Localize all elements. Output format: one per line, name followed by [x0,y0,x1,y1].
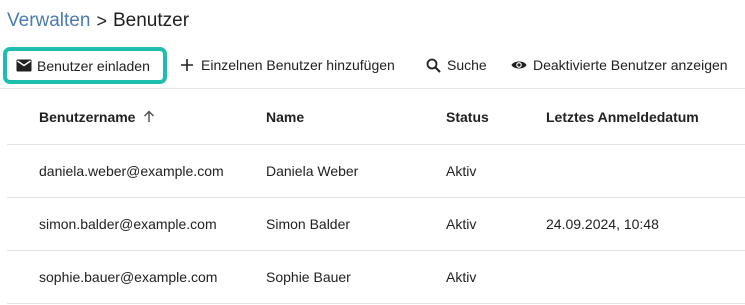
cell-username: sophie.bauer@example.com [39,269,218,285]
invite-users-button[interactable]: Benutzer einladen [3,47,167,84]
add-single-user-label: Einzelnen Benutzer hinzufügen [201,57,395,73]
search-label: Suche [447,57,487,73]
column-header-name[interactable]: Name [266,89,304,144]
cell-status: Aktiv [446,163,477,179]
page-title: Benutzer [112,10,190,31]
cell-last-login: 24.09.2024, 10:48 [546,216,659,232]
show-deactivated-users-label: Deaktivierte Benutzer anzeigen [533,57,728,73]
show-deactivated-users-button[interactable]: Deaktivierte Benutzer anzeigen [511,47,728,83]
eye-icon [511,57,527,73]
column-header-username-label: Benutzername [39,108,136,125]
search-button[interactable]: Suche [425,47,487,83]
cell-status: Aktiv [446,269,477,285]
cell-status: Aktiv [446,216,477,232]
toolbar: Benutzer einladen Einzelnen Benutzer hin… [0,44,745,86]
column-header-status[interactable]: Status [446,89,489,144]
cell-username: daniela.weber@example.com [39,163,224,179]
cell-name: Daniela Weber [266,163,359,179]
cell-username: simon.balder@example.com [39,216,217,232]
users-table: Benutzername Name Status Letztes Anmelde… [7,89,745,304]
breadcrumb-link-verwalten[interactable]: Verwalten [7,10,90,32]
table-row[interactable]: daniela.weber@example.com Daniela Weber … [7,145,745,198]
envelope-icon [16,58,32,74]
table-row[interactable]: simon.balder@example.com Simon Balder Ak… [7,198,745,251]
column-header-last-login[interactable]: Letztes Anmeldedatum [546,89,699,144]
invite-users-label: Benutzer einladen [37,57,150,74]
table-header-row: Benutzername Name Status Letztes Anmelde… [7,89,745,145]
cell-name: Simon Balder [266,216,351,232]
column-header-username[interactable]: Benutzername [39,89,155,144]
breadcrumb-separator: > [96,10,107,31]
plus-icon [179,57,195,73]
cell-name: Sophie Bauer [266,269,351,285]
table-row[interactable]: sophie.bauer@example.com Sophie Bauer Ak… [7,251,745,304]
breadcrumb: Verwalten > Benutzer [7,9,189,33]
add-single-user-button[interactable]: Einzelnen Benutzer hinzufügen [179,47,395,83]
search-icon [425,57,441,73]
sort-ascending-icon [143,110,155,123]
